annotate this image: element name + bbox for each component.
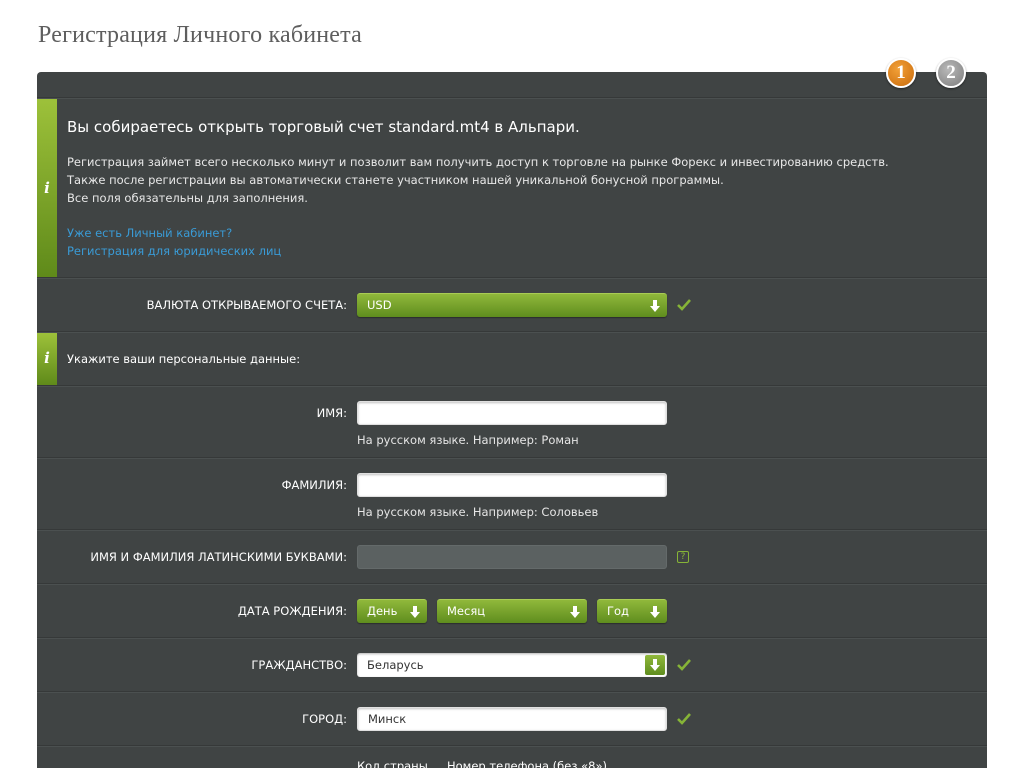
phone-number-label: Номер телефона (без «8») — [447, 759, 607, 768]
info-line-2: Также после регистрации вы автоматически… — [67, 173, 724, 187]
currency-select[interactable]: USD — [357, 293, 667, 317]
currency-label: Валюта открываемого счета: — [146, 298, 347, 312]
info-headline: Вы собираетесь открыть торговый счет sta… — [67, 118, 580, 136]
help-icon[interactable]: ? — [677, 551, 689, 563]
surname-row: Фамилия: На русском языке. Например: Сол… — [37, 458, 987, 530]
info-bar: i — [37, 99, 57, 277]
birth-day-value: День — [367, 604, 398, 618]
arrow-down-icon — [645, 296, 665, 316]
latin-name-row: Имя и фамилия латинскими буквами: ? — [37, 530, 987, 584]
name-hint: На русском языке. Например: Роман — [357, 433, 579, 447]
currency-row: Валюта открываемого счета: USD — [37, 278, 987, 332]
birth-month-value: Месяц — [447, 604, 486, 618]
name-label: Имя: — [316, 406, 347, 420]
info-section: i Вы собираетесь открыть торговый счет s… — [37, 98, 987, 278]
city-input[interactable] — [357, 707, 667, 731]
name-input[interactable] — [357, 401, 667, 425]
arrow-down-icon — [645, 602, 665, 622]
check-icon — [677, 659, 691, 671]
registration-panel: 1 2 i Вы собираетесь открыть торговый сч… — [37, 58, 987, 768]
birth-year-select[interactable]: Год — [597, 599, 667, 623]
birth-date-row: Дата рождения: День Месяц Год — [37, 584, 987, 638]
info-bar: i — [37, 333, 57, 385]
birth-day-select[interactable]: День — [357, 599, 427, 623]
legal-entity-link[interactable]: Регистрация для юридических лиц — [67, 244, 281, 258]
existing-account-link[interactable]: Уже есть Личный кабинет? — [67, 226, 232, 240]
phone-row: Код страны Номер телефона (без «8») — [37, 746, 987, 768]
name-row: Имя: На русском языке. Например: Роман — [37, 386, 987, 458]
citizenship-value: Беларусь — [367, 658, 424, 672]
step-indicator-1: 1 — [886, 58, 916, 88]
citizenship-row: Гражданство: Беларусь — [37, 638, 987, 692]
check-icon — [677, 299, 691, 311]
info-line-3: Все поля обязательны для заполнения. — [67, 191, 308, 205]
citizenship-select[interactable]: Беларусь — [357, 653, 667, 677]
latin-name-label: Имя и фамилия латинскими буквами: — [90, 550, 347, 564]
city-label: Город: — [302, 712, 347, 726]
city-row: Город: — [37, 692, 987, 746]
birth-date-label: Дата рождения: — [237, 604, 347, 618]
info-icon: i — [44, 179, 50, 197]
surname-input[interactable] — [357, 473, 667, 497]
info-icon: i — [44, 349, 50, 367]
citizenship-label: Гражданство: — [251, 658, 347, 672]
arrow-down-icon — [565, 602, 585, 622]
info-line-1: Регистрация займет всего несколько минут… — [67, 155, 889, 169]
arrow-down-icon — [645, 655, 665, 675]
personal-data-text: Укажите ваши персональные данные: — [67, 352, 301, 366]
personal-data-section: i Укажите ваши персональные данные: — [37, 332, 987, 386]
latin-name-input — [357, 545, 667, 569]
birth-month-select[interactable]: Месяц — [437, 599, 587, 623]
check-icon — [677, 713, 691, 725]
arrow-down-icon — [405, 602, 425, 622]
country-code-label: Код страны — [357, 759, 428, 768]
step-indicator-2[interactable]: 2 — [936, 58, 966, 88]
currency-value: USD — [367, 298, 392, 312]
panel-header — [37, 72, 987, 98]
surname-hint: На русском языке. Например: Соловьев — [357, 505, 599, 519]
page-title: Регистрация Личного кабинета — [38, 22, 362, 48]
surname-label: Фамилия: — [281, 478, 347, 492]
birth-year-value: Год — [607, 604, 630, 618]
